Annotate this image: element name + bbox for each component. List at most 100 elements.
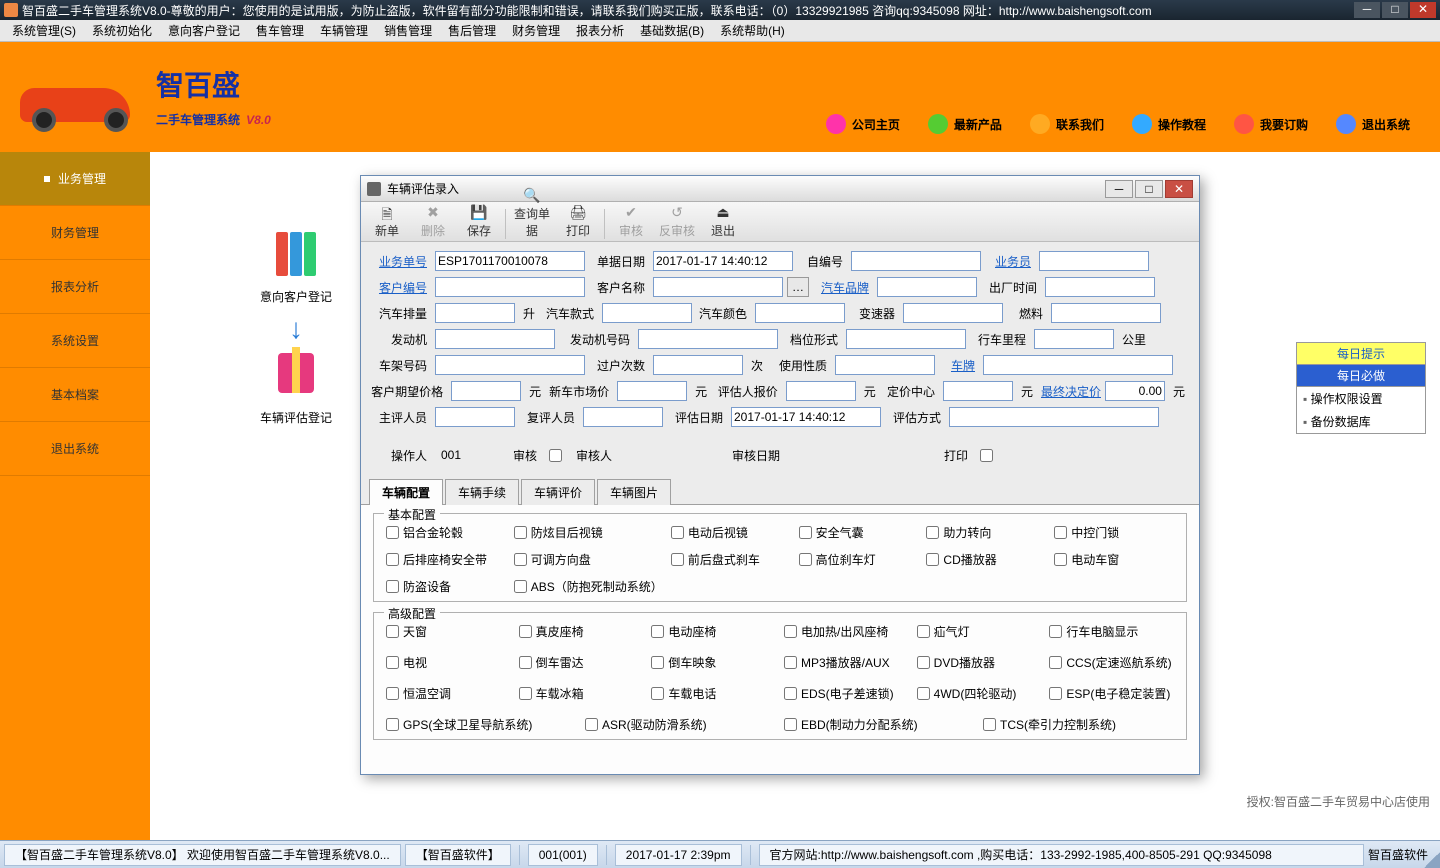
- checkbox-adv-grid2-3[interactable]: [784, 656, 797, 669]
- displacement-input[interactable]: [435, 303, 515, 323]
- check-basic-grid-9[interactable]: 高位刹车灯: [799, 551, 919, 568]
- business-no-input[interactable]: [435, 251, 585, 271]
- checkbox-adv-grid1-1[interactable]: [519, 625, 532, 638]
- checkbox-adv-grid3-1[interactable]: [519, 687, 532, 700]
- header-nav-3[interactable]: 操作教程: [1132, 114, 1206, 134]
- business-no-label[interactable]: 业务单号: [371, 253, 431, 270]
- mileage-input[interactable]: [1034, 329, 1114, 349]
- tab-2[interactable]: 车辆评价: [521, 479, 595, 505]
- check-adv-grid4-1[interactable]: ASR(驱动防滑系统): [585, 716, 776, 733]
- checkbox-basic-grid-10[interactable]: [926, 553, 939, 566]
- evaluation-icon[interactable]: [271, 353, 321, 403]
- check-basic-grid-13[interactable]: ABS（防抱死制动系统）: [514, 578, 663, 595]
- tab-0[interactable]: 车辆配置: [369, 479, 443, 505]
- checkbox-basic-grid-5[interactable]: [1054, 526, 1067, 539]
- checkbox-basic-grid-3[interactable]: [799, 526, 812, 539]
- brand-label[interactable]: 汽车品牌: [813, 279, 873, 296]
- checkbox-adv-grid1-2[interactable]: [651, 625, 664, 638]
- daily-item-1[interactable]: 备份数据库: [1297, 410, 1425, 433]
- final-price-input[interactable]: [1105, 381, 1165, 401]
- plate-label[interactable]: 车牌: [939, 357, 979, 374]
- checkbox-adv-grid3-0[interactable]: [386, 687, 399, 700]
- clerk-label[interactable]: 业务员: [985, 253, 1035, 270]
- checkbox-basic-grid-6[interactable]: [386, 553, 399, 566]
- checkbox-basic-grid-4[interactable]: [926, 526, 939, 539]
- task-item-url[interactable]: 官方网站:http://www.baishengsoft.com ,购买电话：1…: [759, 844, 1364, 866]
- plate-input[interactable]: [983, 355, 1173, 375]
- market-price-input[interactable]: [617, 381, 687, 401]
- main-appraiser-input[interactable]: [435, 407, 515, 427]
- registration-icon[interactable]: [271, 232, 321, 282]
- sidebar-item-0[interactable]: 业务管理: [0, 152, 150, 206]
- style-input[interactable]: [602, 303, 692, 323]
- task-item-app[interactable]: 【智百盛二手车管理系统V8.0】 欢迎使用智百盛二手车管理系统V8.0...: [4, 844, 401, 866]
- checkbox-adv-grid3-5[interactable]: [1049, 687, 1062, 700]
- header-nav-1[interactable]: 最新产品: [928, 114, 1002, 134]
- bill-date-input[interactable]: [653, 251, 793, 271]
- check-basic-grid-1[interactable]: 防炫目后视镜: [514, 524, 663, 541]
- menu-item-2[interactable]: 意向客户登记: [160, 22, 248, 39]
- check-adv-grid1-5[interactable]: 行车电脑显示: [1049, 623, 1174, 640]
- menu-item-7[interactable]: 财务管理: [504, 22, 568, 39]
- checkbox-adv-grid3-2[interactable]: [651, 687, 664, 700]
- gear-type-input[interactable]: [846, 329, 966, 349]
- check-basic-grid-0[interactable]: 铝合金轮毂: [386, 524, 506, 541]
- minimize-button[interactable]: ─: [1354, 2, 1380, 18]
- toolbar-查询单据[interactable]: 🔍查询单据: [510, 187, 554, 239]
- fuel-input[interactable]: [1051, 303, 1161, 323]
- tab-3[interactable]: 车辆图片: [597, 479, 671, 505]
- sidebar-item-3[interactable]: 系统设置: [0, 314, 150, 368]
- close-button[interactable]: ✕: [1410, 2, 1436, 18]
- check-adv-grid1-1[interactable]: 真皮座椅: [519, 623, 644, 640]
- cust-no-input[interactable]: [435, 277, 585, 297]
- check-basic-grid-10[interactable]: CD播放器: [926, 551, 1046, 568]
- checkbox-adv-grid2-2[interactable]: [651, 656, 664, 669]
- brand-input[interactable]: [877, 277, 977, 297]
- check-adv-grid4-3[interactable]: TCS(牵引力控制系统): [983, 716, 1174, 733]
- checkbox-adv-grid4-3[interactable]: [983, 718, 996, 731]
- sidebar-item-5[interactable]: 退出系统: [0, 422, 150, 476]
- sidebar-item-4[interactable]: 基本档案: [0, 368, 150, 422]
- check-basic-grid-5[interactable]: 中控门锁: [1054, 524, 1174, 541]
- header-nav-2[interactable]: 联系我们: [1030, 114, 1104, 134]
- checkbox-adv-grid1-4[interactable]: [917, 625, 930, 638]
- checkbox-basic-grid-1[interactable]: [514, 526, 527, 539]
- checkbox-basic-grid-9[interactable]: [799, 553, 812, 566]
- checkbox-adv-grid2-5[interactable]: [1049, 656, 1062, 669]
- gearbox-input[interactable]: [903, 303, 1003, 323]
- checkbox-adv-grid4-1[interactable]: [585, 718, 598, 731]
- appraiser-offer-input[interactable]: [786, 381, 856, 401]
- check-adv-grid4-2[interactable]: EBD(制动力分配系统): [784, 716, 975, 733]
- check-adv-grid1-4[interactable]: 疝气灯: [917, 623, 1042, 640]
- tab-1[interactable]: 车辆手续: [445, 479, 519, 505]
- menu-item-10[interactable]: 系统帮助(H): [712, 22, 793, 39]
- vin-input[interactable]: [435, 355, 585, 375]
- pricing-center-input[interactable]: [943, 381, 1013, 401]
- checkbox-adv-grid4-2[interactable]: [784, 718, 797, 731]
- daily-item-0[interactable]: 操作权限设置: [1297, 387, 1425, 410]
- dialog-close-button[interactable]: ✕: [1165, 180, 1193, 198]
- menu-item-4[interactable]: 车辆管理: [312, 22, 376, 39]
- check-basic-grid-12[interactable]: 防盗设备: [386, 578, 506, 595]
- engine-input[interactable]: [435, 329, 555, 349]
- header-nav-0[interactable]: 公司主页: [826, 114, 900, 134]
- checkbox-adv-grid2-4[interactable]: [917, 656, 930, 669]
- checkbox-basic-grid-2[interactable]: [671, 526, 684, 539]
- usage-input[interactable]: [835, 355, 935, 375]
- menu-item-8[interactable]: 报表分析: [568, 22, 632, 39]
- check-adv-grid2-2[interactable]: 倒车映象: [651, 654, 776, 671]
- self-no-input[interactable]: [851, 251, 981, 271]
- check-basic-grid-3[interactable]: 安全气囊: [799, 524, 919, 541]
- check-basic-grid-7[interactable]: 可调方向盘: [514, 551, 663, 568]
- expect-price-input[interactable]: [451, 381, 521, 401]
- toolbar-新单[interactable]: 🗎新单: [365, 204, 409, 239]
- clerk-input[interactable]: [1039, 251, 1149, 271]
- cust-lookup-button[interactable]: …: [787, 277, 809, 297]
- check-adv-grid3-3[interactable]: EDS(电子差速锁): [784, 685, 909, 702]
- checkbox-adv-grid1-0[interactable]: [386, 625, 399, 638]
- check-adv-grid2-4[interactable]: DVD播放器: [917, 654, 1042, 671]
- checkbox-basic-grid-13[interactable]: [514, 580, 527, 593]
- check-adv-grid1-0[interactable]: 天窗: [386, 623, 511, 640]
- check-basic-grid-8[interactable]: 前后盘式刹车: [671, 551, 791, 568]
- check-adv-grid4-0[interactable]: GPS(全球卫星导航系统): [386, 716, 577, 733]
